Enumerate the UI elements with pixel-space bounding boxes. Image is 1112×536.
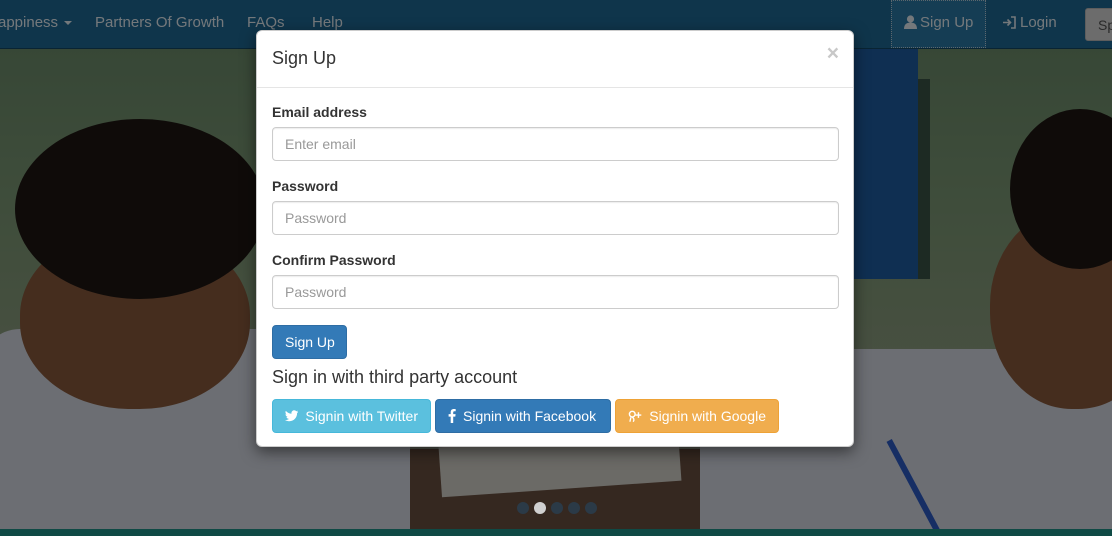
password-label: Password: [272, 178, 339, 194]
twitter-label: Signin with Twitter: [305, 408, 418, 424]
carousel-dot[interactable]: [551, 502, 563, 514]
close-button[interactable]: ×: [827, 43, 839, 64]
carousel-dot[interactable]: [568, 502, 580, 514]
facebook-label: Signin with Facebook: [463, 408, 597, 424]
modal-title: Sign Up: [272, 48, 337, 68]
facebook-icon: [448, 409, 456, 423]
email-field[interactable]: [272, 127, 839, 161]
google-label: Signin with Google: [649, 408, 766, 424]
carousel-dot[interactable]: [517, 502, 529, 514]
carousel-dot[interactable]: [585, 502, 597, 514]
third-party-heading: Sign in with third party account: [272, 367, 518, 387]
carousel-dot-active[interactable]: [534, 502, 546, 514]
signup-submit-button[interactable]: Sign Up: [272, 325, 347, 359]
signin-google-button[interactable]: Signin with Google: [615, 399, 779, 433]
signup-modal: Sign Up × Email address Password Confirm…: [256, 30, 854, 447]
footer-strip: [0, 529, 1112, 536]
email-label: Email address: [272, 104, 367, 120]
signin-twitter-button[interactable]: Signin with Twitter: [272, 399, 431, 433]
google-plus-icon: [628, 410, 642, 422]
confirm-password-field[interactable]: [272, 275, 839, 309]
confirm-password-label: Confirm Password: [272, 252, 396, 268]
password-field[interactable]: [272, 201, 839, 235]
modal-header: Sign Up ×: [257, 31, 853, 88]
twitter-icon: [285, 410, 299, 422]
signin-facebook-button[interactable]: Signin with Facebook: [435, 399, 611, 433]
